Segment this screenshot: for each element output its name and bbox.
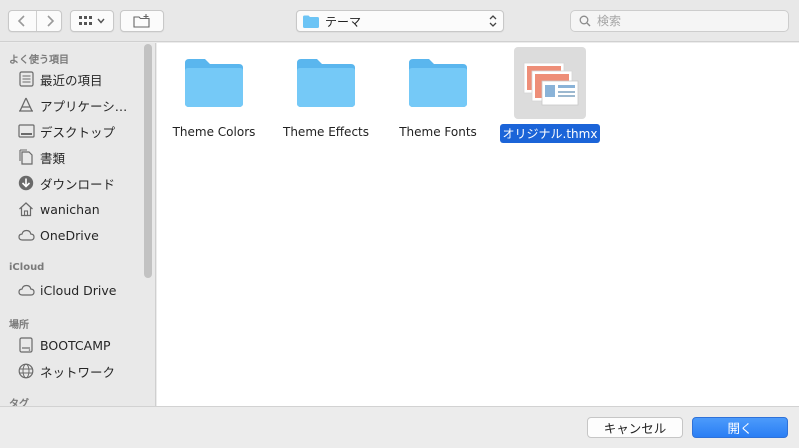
section-title-favorites: よく使う項目 xyxy=(9,55,69,66)
folder-icon xyxy=(290,47,362,119)
chevron-down-icon xyxy=(97,18,105,24)
sidebar-item-label: ダウンロード xyxy=(40,176,116,192)
sidebar-item-network[interactable]: ネットワーク xyxy=(17,360,145,382)
updown-chevron-icon xyxy=(489,15,497,27)
cloud-icon xyxy=(17,226,35,244)
network-icon xyxy=(17,362,35,380)
desktop-icon xyxy=(17,122,35,140)
sidebar-item-desktop[interactable]: デスクトップ xyxy=(17,120,145,142)
new-folder-icon xyxy=(133,14,150,28)
sidebar-item-label: ネットワーク xyxy=(40,364,116,380)
sidebar-item-label: 書類 xyxy=(40,150,66,166)
section-title-icloud: iCloud xyxy=(9,262,45,273)
search-input[interactable] xyxy=(597,14,777,28)
folder-icon xyxy=(402,47,474,119)
sidebar-item-label: 最近の項目 xyxy=(40,72,103,88)
folder-icon xyxy=(178,47,250,119)
cloud-icon xyxy=(17,281,35,299)
sidebar-item-downloads[interactable]: ダウンロード xyxy=(17,172,145,194)
file-browser: Theme Colors Theme Effects Theme Fonts オ… xyxy=(157,43,799,406)
sidebar-item-label: iCloud Drive xyxy=(40,282,117,298)
sidebar-item-bootcamp[interactable]: BOOTCAMP xyxy=(17,334,145,356)
cancel-button[interactable]: キャンセル xyxy=(587,417,683,438)
sidebar-item-label: wanichan xyxy=(40,201,100,217)
sidebar-item-label: BOOTCAMP xyxy=(40,337,111,353)
file-item-theme-effects[interactable]: Theme Effects xyxy=(270,47,382,140)
sidebar-item-recents[interactable]: 最近の項目 xyxy=(17,68,145,90)
sidebar-item-label: アプリケーシ… xyxy=(40,98,128,114)
recents-icon xyxy=(17,70,35,88)
new-folder-button[interactable] xyxy=(120,10,164,32)
file-name: Theme Colors xyxy=(172,125,256,139)
chevron-right-icon xyxy=(46,15,54,27)
file-name: オリジナル.thmx xyxy=(499,124,601,143)
search-field[interactable] xyxy=(570,10,789,32)
view-mode-button[interactable] xyxy=(70,10,114,32)
home-icon xyxy=(17,200,35,218)
icon-grid-icon xyxy=(79,16,92,25)
theme-file-icon xyxy=(514,47,586,119)
navigation-buttons xyxy=(8,10,62,32)
downloads-icon xyxy=(17,174,35,192)
sidebar-item-icloud-drive[interactable]: iCloud Drive xyxy=(17,279,145,301)
location-selector[interactable]: テーマ xyxy=(296,10,504,32)
sidebar-item-label: OneDrive xyxy=(40,227,99,243)
sidebar-scrollbar[interactable] xyxy=(144,44,152,278)
back-button[interactable] xyxy=(9,11,35,31)
sidebar: よく使う項目 最近の項目 アプリケーシ… デスクトップ 書類 ダウンロード wa xyxy=(0,43,156,406)
forward-button[interactable] xyxy=(36,11,62,31)
sidebar-item-home[interactable]: wanichan xyxy=(17,198,145,220)
documents-icon xyxy=(17,148,35,166)
file-item-theme-fonts[interactable]: Theme Fonts xyxy=(382,47,494,140)
disk-icon xyxy=(17,336,35,354)
search-icon xyxy=(579,15,591,27)
sidebar-item-onedrive[interactable]: OneDrive xyxy=(17,224,145,246)
file-item-original-thmx[interactable]: オリジナル.thmx xyxy=(494,47,606,143)
dialog-footer: キャンセル 開く xyxy=(0,406,799,448)
chevron-left-icon xyxy=(17,15,25,27)
folder-icon xyxy=(303,15,319,28)
sidebar-item-label: デスクトップ xyxy=(40,124,116,140)
section-title-locations: 場所 xyxy=(9,320,29,331)
open-button[interactable]: 開く xyxy=(692,417,788,438)
file-name: Theme Fonts xyxy=(399,125,477,139)
section-title-tags: タグ xyxy=(9,399,29,406)
file-item-theme-colors[interactable]: Theme Colors xyxy=(158,47,270,140)
sidebar-item-documents[interactable]: 書類 xyxy=(17,146,145,168)
sidebar-item-applications[interactable]: アプリケーシ… xyxy=(17,94,145,116)
toolbar: テーマ xyxy=(0,0,799,42)
file-name: Theme Effects xyxy=(283,125,369,139)
location-label: テーマ xyxy=(325,14,362,29)
applications-icon xyxy=(17,96,35,114)
